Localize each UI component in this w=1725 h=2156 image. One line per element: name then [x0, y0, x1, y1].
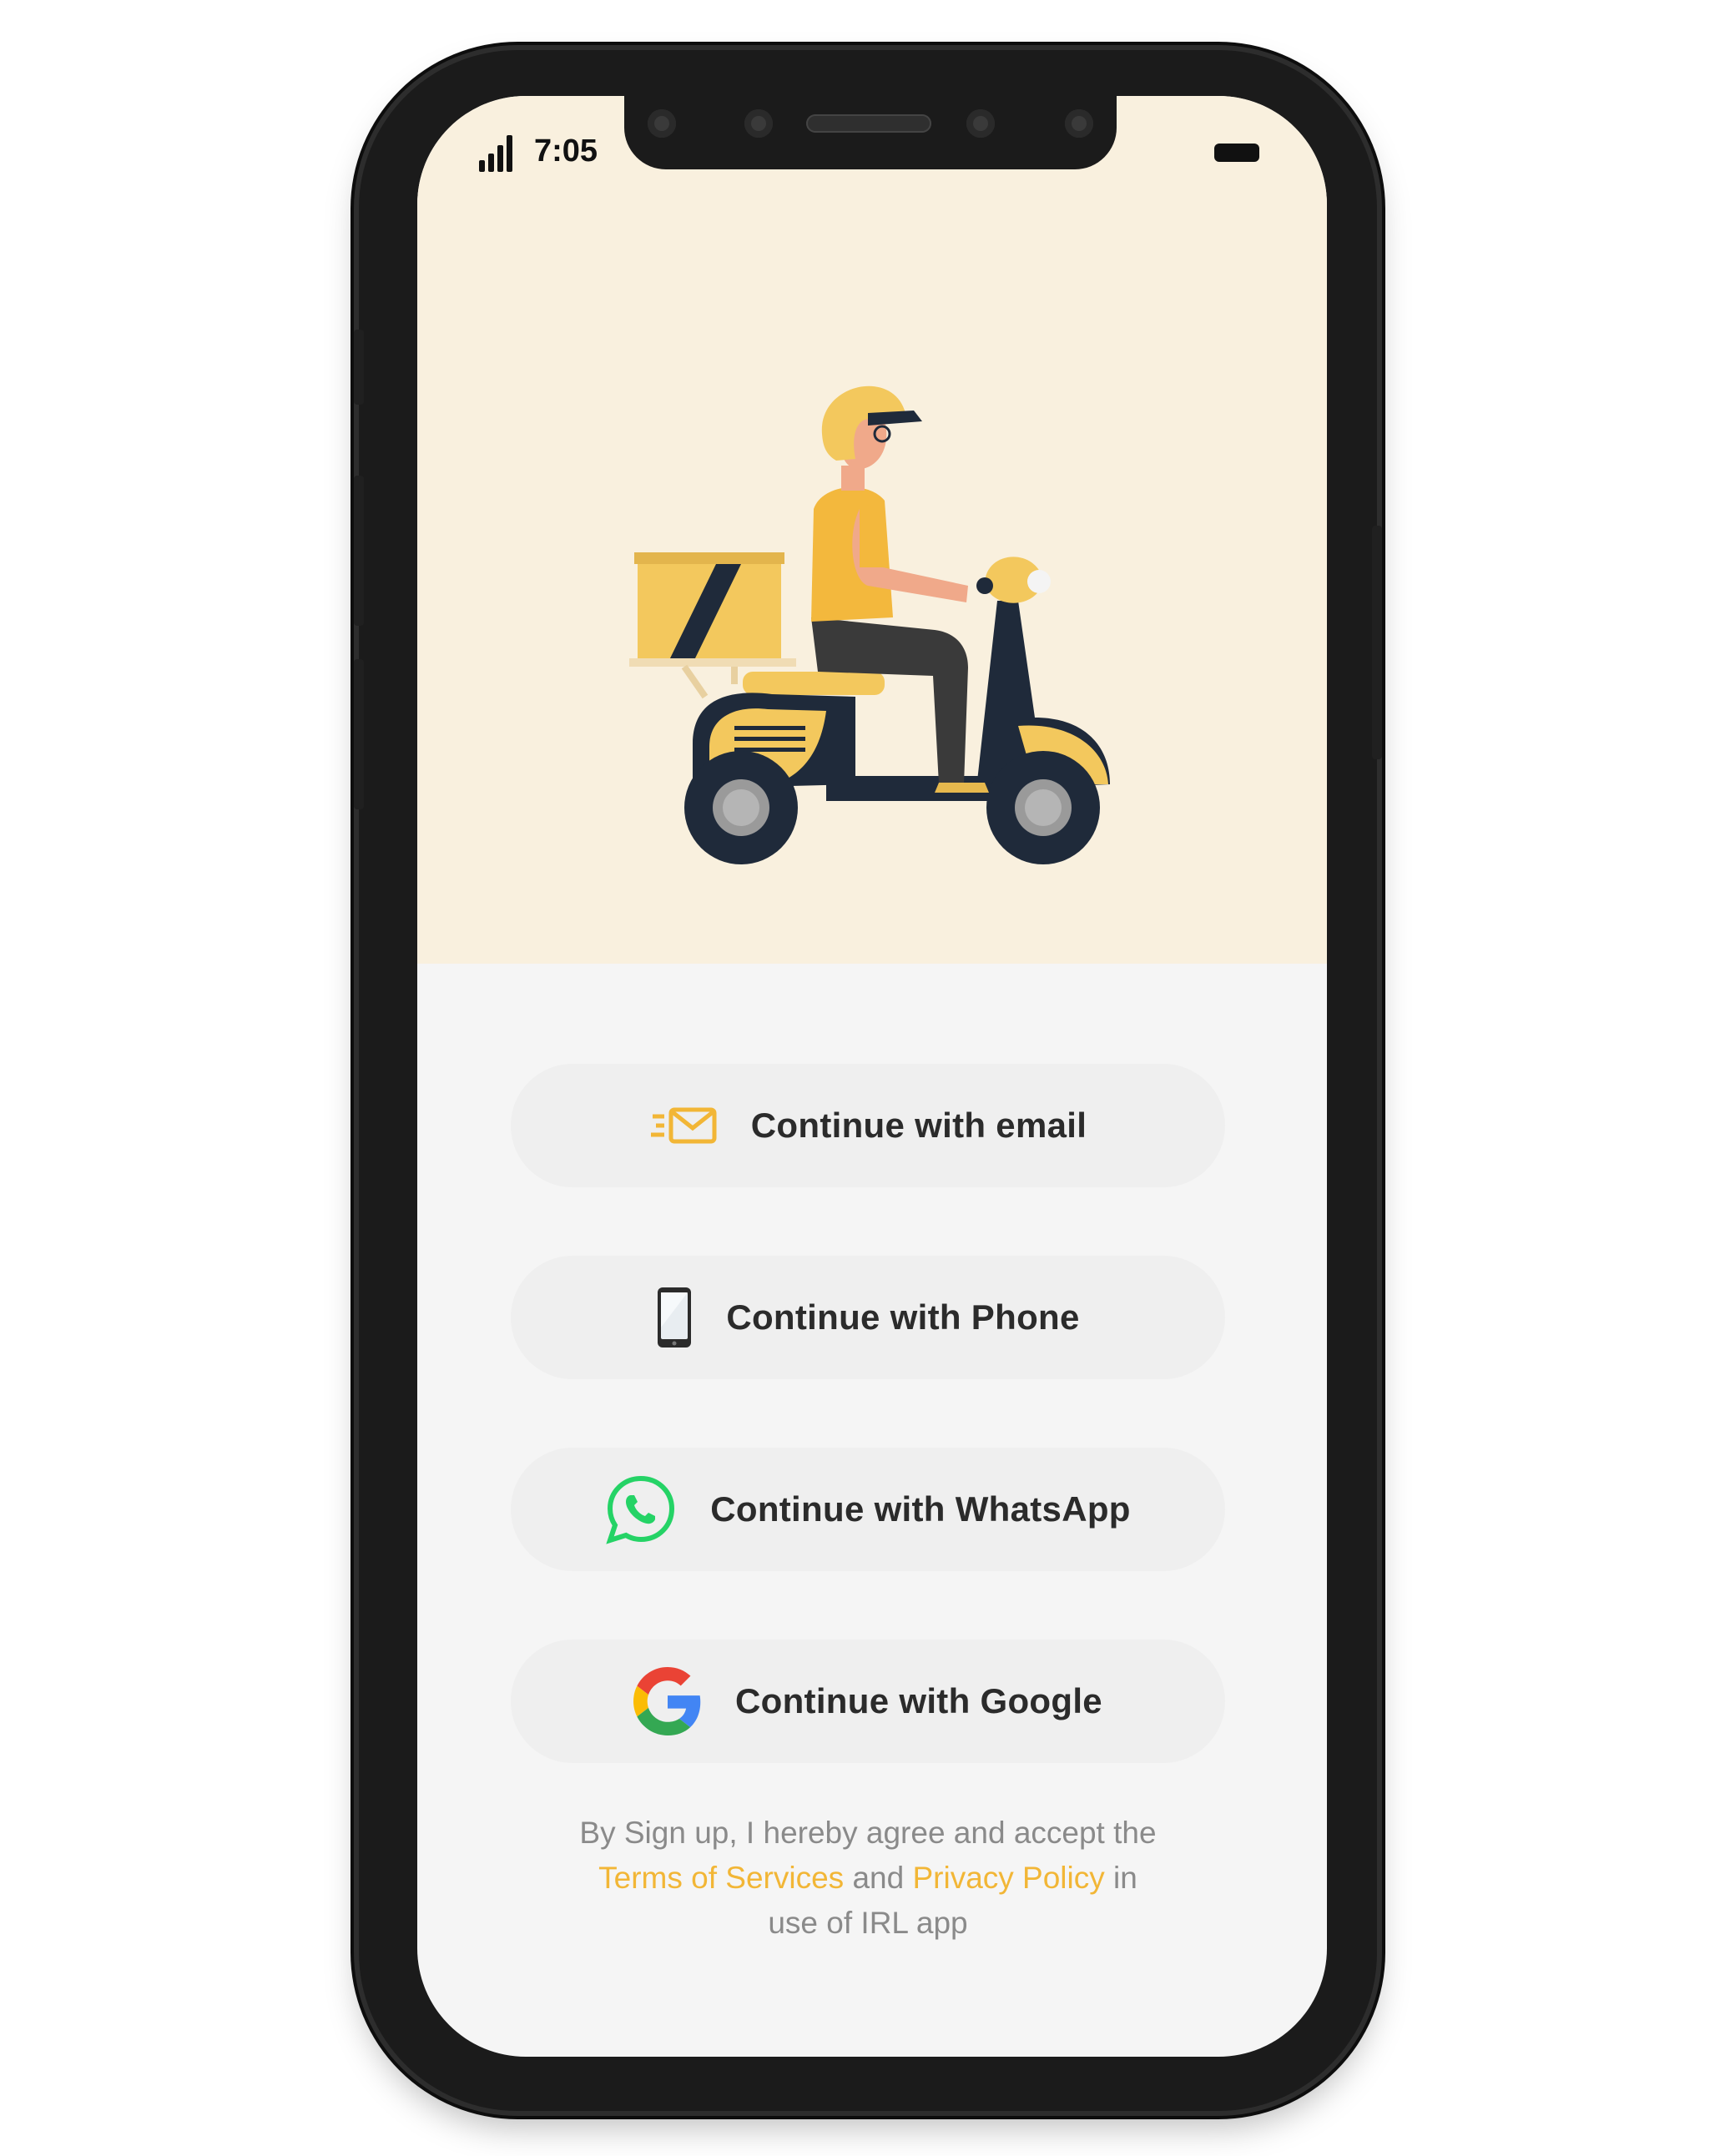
delivery-scooter-illustration [629, 385, 1110, 864]
google-button-label: Continue with Google [735, 1681, 1102, 1720]
terms-of-services-link[interactable]: Terms of Services [598, 1861, 844, 1895]
email-button-label: Continue with email [750, 1106, 1087, 1145]
phone-notch [624, 96, 1117, 169]
privacy-policy-link[interactable]: Privacy Policy [912, 1861, 1104, 1895]
signal-icon [477, 133, 519, 172]
battery-icon [1214, 144, 1259, 162]
email-icon [649, 1106, 718, 1145]
phone-button-label: Continue with Phone [726, 1297, 1080, 1337]
continue-with-phone-button[interactable]: Continue with Phone [511, 1256, 1225, 1379]
continue-with-whatsapp-button[interactable]: Continue with WhatsApp [511, 1448, 1225, 1571]
phone-icon [656, 1286, 693, 1349]
volume-down-button [354, 659, 364, 809]
whatsapp-button-label: Continue with WhatsApp [710, 1489, 1131, 1529]
status-time: 7:05 [534, 133, 598, 169]
power-button [1372, 526, 1382, 759]
camera-icon [648, 109, 676, 138]
terms-in-text: in [1113, 1861, 1137, 1895]
earpiece-speaker [806, 114, 931, 133]
terms-suffix: use of IRL app [768, 1906, 968, 1940]
terms-and-text: and [852, 1861, 905, 1895]
terms-notice: By Sign up, I hereby agree and accept th… [511, 1811, 1225, 1946]
sensor-icon [1065, 109, 1093, 138]
mute-switch [354, 330, 364, 405]
continue-with-email-button[interactable]: Continue with email [511, 1064, 1225, 1187]
whatsapp-icon [605, 1473, 677, 1545]
terms-prefix: By Sign up, I hereby agree and accept th… [579, 1816, 1157, 1850]
camera-icon [966, 109, 995, 138]
google-icon [633, 1667, 702, 1735]
terms-line-2: Terms of Services and Privacy Policy in [511, 1856, 1225, 1901]
volume-up-button [354, 476, 364, 626]
sensor-icon [744, 109, 773, 138]
continue-with-google-button[interactable]: Continue with Google [511, 1640, 1225, 1763]
